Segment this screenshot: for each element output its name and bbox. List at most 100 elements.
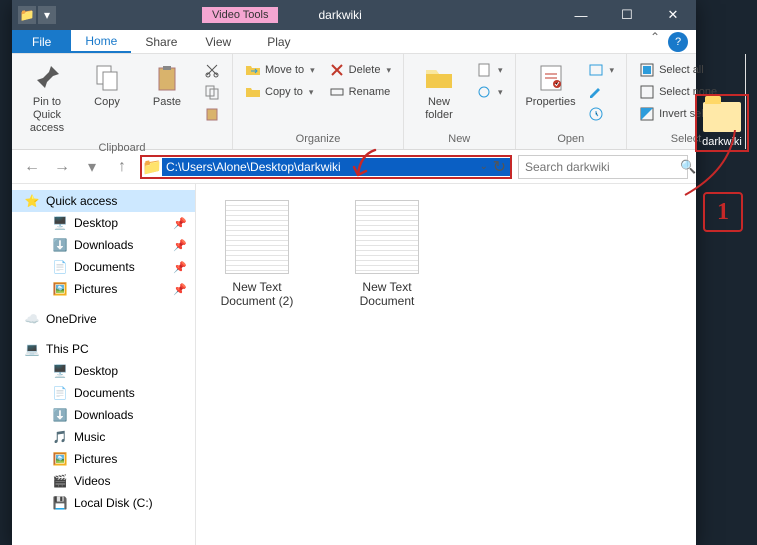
search-input[interactable] (525, 160, 680, 174)
new-folder-button[interactable]: New folder (412, 58, 466, 126)
thispc-icon: 💻 (24, 341, 40, 357)
delete-button[interactable]: Delete (325, 60, 395, 80)
file-item[interactable]: New Text Document (342, 200, 432, 308)
open-icon (588, 62, 604, 78)
minimize-button[interactable]: — (558, 0, 604, 30)
pc-downloads-item[interactable]: ⬇️ Downloads (12, 404, 195, 426)
pc-music-item[interactable]: 🎵Music (12, 426, 195, 448)
delete-icon (329, 62, 345, 78)
select-all-label: Select all (659, 64, 704, 76)
ribbon-tabs: File Home Share View Play ⌃ ? (12, 30, 696, 54)
nav-label: Pictures (74, 452, 117, 466)
documents-item[interactable]: 📄Documents📌 (12, 256, 195, 278)
close-button[interactable]: ✕ (650, 0, 696, 30)
address-bar-row: ← → ▾ ↑ 📁 ⌄ ↻ 🔍 (12, 150, 696, 184)
search-box[interactable]: 🔍 (518, 155, 688, 179)
videos-icon: 🎬 (52, 473, 68, 489)
folder-icon: 📁 (18, 6, 36, 24)
copy-to-label: Copy to (265, 86, 303, 98)
new-item-button[interactable] (472, 60, 507, 80)
edit-button[interactable] (584, 82, 619, 102)
nav-label: Documents (74, 260, 135, 274)
pin-label: Pin to Quick access (22, 96, 72, 136)
history-icon (588, 106, 604, 122)
select-all-icon (639, 62, 655, 78)
collapse-ribbon-icon[interactable]: ⌃ (642, 30, 668, 53)
onedrive-item[interactable]: ☁️OneDrive (12, 308, 195, 330)
help-icon[interactable]: ? (668, 32, 688, 52)
rename-button[interactable]: Rename (325, 82, 395, 102)
cut-button[interactable] (200, 60, 224, 80)
address-dropdown-icon[interactable]: ⌄ (480, 161, 488, 172)
copy-button[interactable]: Copy (80, 58, 134, 113)
play-tab[interactable]: Play (247, 30, 310, 53)
back-button[interactable]: ← (20, 155, 44, 179)
quick-access-item[interactable]: ⭐Quick access (12, 190, 195, 212)
forward-button[interactable]: → (50, 155, 74, 179)
delete-label: Delete (349, 64, 381, 76)
pc-documents-item[interactable]: 📄Documents (12, 382, 195, 404)
pc-videos-item[interactable]: 🎬Videos (12, 470, 195, 492)
this-pc-item[interactable]: 💻This PC (12, 338, 195, 360)
select-all-button[interactable]: Select all (635, 60, 737, 80)
downloads-icon: ⬇️ (52, 407, 68, 423)
easy-access-icon (476, 84, 492, 100)
pin-quick-access-button[interactable]: Pin to Quick access (20, 58, 74, 140)
copy-path-button[interactable] (200, 82, 224, 102)
easy-access-button[interactable] (472, 82, 507, 102)
desktop-folder-shortcut[interactable]: darkwiki (695, 94, 749, 152)
address-bar[interactable]: 📁 ⌄ ↻ (140, 155, 512, 179)
cut-icon (204, 62, 220, 78)
properties-button[interactable]: Properties (524, 58, 578, 113)
properties-label: Properties (525, 96, 575, 109)
pictures-item[interactable]: 🖼️Pictures📌 (12, 278, 195, 300)
file-item[interactable]: New Text Document (2) (212, 200, 302, 308)
nav-label: Local Disk (C:) (74, 496, 153, 510)
new-folder-label: New folder (414, 96, 464, 122)
open-button[interactable] (584, 60, 619, 80)
up-button[interactable]: ↑ (110, 155, 134, 179)
new-folder-icon (423, 62, 455, 94)
home-tab[interactable]: Home (71, 30, 131, 53)
nav-label: Documents (74, 386, 135, 400)
refresh-icon[interactable]: ↻ (493, 157, 506, 177)
new-group: New folder New (404, 54, 516, 149)
properties-icon (535, 62, 567, 94)
file-tab[interactable]: File (12, 30, 71, 53)
qat-item[interactable]: ▾ (38, 6, 56, 24)
view-tab[interactable]: View (191, 30, 245, 53)
pictures-icon: 🖼️ (52, 281, 68, 297)
folder-icon (703, 102, 741, 132)
title-bar: 📁 ▾ Video Tools darkwiki — ☐ ✕ (12, 0, 696, 30)
maximize-button[interactable]: ☐ (604, 0, 650, 30)
downloads-icon: ⬇️ (52, 237, 68, 253)
history-button[interactable] (584, 104, 619, 124)
text-file-icon (225, 200, 289, 274)
organize-group-label: Organize (241, 131, 395, 147)
paste-shortcut-icon (204, 106, 220, 122)
folder-icon: 📁 (142, 157, 162, 177)
edit-icon (588, 84, 604, 100)
copy-label: Copy (94, 96, 120, 109)
pin-icon: 📌 (173, 217, 187, 230)
address-input[interactable] (162, 158, 510, 176)
pc-pictures-item[interactable]: 🖼️ Pictures (12, 448, 195, 470)
desktop-item[interactable]: 🖥️Desktop📌 (12, 212, 195, 234)
nav-label: Downloads (74, 238, 133, 252)
share-tab[interactable]: Share (131, 30, 191, 53)
pictures-icon: 🖼️ (52, 451, 68, 467)
paste-shortcut-button[interactable] (200, 104, 224, 124)
move-to-button[interactable]: Move to (241, 60, 319, 80)
pc-desktop-item[interactable]: 🖥️Desktop (12, 360, 195, 382)
file-list[interactable]: New Text Document (2) New Text Document (196, 184, 696, 545)
pc-localdisk-item[interactable]: 💾Local Disk (C:) (12, 492, 195, 514)
paste-button[interactable]: Paste (140, 58, 194, 113)
nav-label: Desktop (74, 216, 118, 230)
pin-icon: 📌 (173, 239, 187, 252)
nav-label: Downloads (74, 408, 133, 422)
search-icon[interactable]: 🔍 (680, 159, 696, 175)
downloads-item[interactable]: ⬇️ Downloads 📌 (12, 234, 195, 256)
copy-to-button[interactable]: Copy to (241, 82, 319, 102)
recent-button[interactable]: ▾ (80, 155, 104, 179)
move-to-label: Move to (265, 64, 304, 76)
